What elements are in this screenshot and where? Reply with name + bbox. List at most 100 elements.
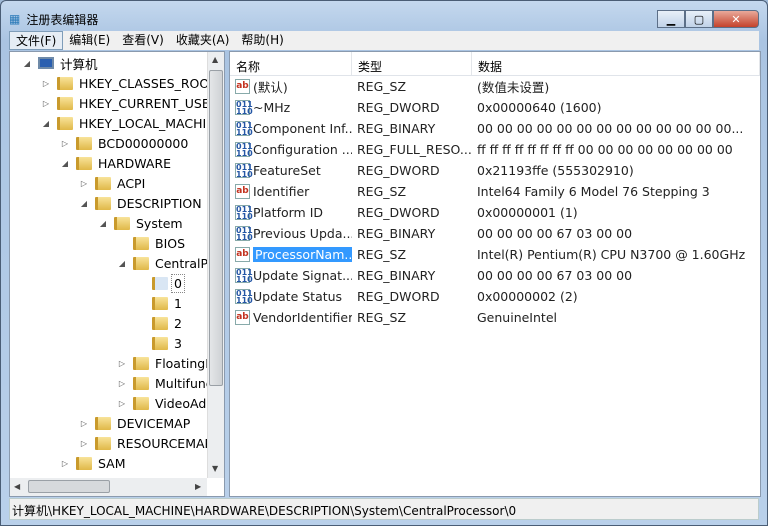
collapse-arrow-icon[interactable]: ◢ <box>60 159 70 168</box>
tree-item[interactable]: ◢ HKEY_LOCAL_MACHINE <box>41 113 224 133</box>
value-row[interactable]: ab (默认) REG_SZ (数值未设置) <box>230 76 760 97</box>
value-row[interactable]: 011 110 Update Status REG_DWORD 0x00000002 (… <box>230 286 760 307</box>
tree-item-label: HKEY_CURRENT_USER <box>79 95 219 111</box>
value-row[interactable]: ab Identifier REG_SZ Intel64 Family 6 Model… <box>230 181 760 202</box>
tree-item[interactable]: 2 <box>136 313 184 333</box>
tree-item[interactable]: BIOS <box>117 233 187 253</box>
value-data: 0x00000001 (1) <box>477 205 578 220</box>
value-name: Configuration ... <box>253 142 352 157</box>
collapse-arrow-icon[interactable]: ◢ <box>41 119 51 128</box>
folder-icon <box>114 216 130 230</box>
value-data: 00 00 00 00 67 03 00 00 <box>477 268 633 283</box>
tree-item[interactable]: 3 <box>136 333 184 353</box>
values-list: 名称 类型 数据 ab (默认) REG_SZ (数值未设置) 011 110 ~MHz RE… <box>229 51 761 497</box>
tree-item[interactable]: ◢ DESCRIPTION <box>79 193 204 213</box>
value-name: FeatureSet <box>253 163 321 178</box>
value-row[interactable]: 011 110 Component Inf... REG_BINARY 00 00 00… <box>230 118 760 139</box>
value-row[interactable]: 011 110 FeatureSet REG_DWORD 0x21193ffe (555… <box>230 160 760 181</box>
folder-icon <box>152 276 168 290</box>
scroll-thumb[interactable] <box>28 480 110 493</box>
expand-arrow-icon[interactable]: ▷ <box>79 419 89 428</box>
expand-arrow-icon[interactable]: ▷ <box>60 139 70 148</box>
close-button[interactable]: ✕ <box>713 10 759 28</box>
collapse-arrow-icon[interactable]: ◢ <box>79 199 89 208</box>
menu-item[interactable]: 文件(F) <box>9 31 64 50</box>
folder-icon <box>76 456 92 470</box>
folder-icon <box>57 76 73 90</box>
tree-item-label: DEVICEMAP <box>117 415 191 431</box>
expand-arrow-icon[interactable]: ▷ <box>117 399 127 408</box>
tree-item[interactable]: ▷ SAM <box>60 453 128 473</box>
value-row[interactable]: ab ProcessorNam... REG_SZ Intel(R) Pentium(… <box>230 244 760 265</box>
value-row[interactable]: ab VendorIdentifier REG_SZ GenuineIntel <box>230 307 760 328</box>
value-data: Intel(R) Pentium(R) CPU N3700 @ 1.60GHz <box>477 247 746 262</box>
menu-item[interactable]: 查看(V) <box>116 31 170 50</box>
tree-item[interactable]: 0 <box>136 273 185 293</box>
value-type: REG_FULL_RESO... <box>357 142 472 157</box>
column-header-name[interactable]: 名称 <box>230 52 352 75</box>
value-name: (默认) <box>253 80 288 95</box>
tree-item[interactable]: 1 <box>136 293 184 313</box>
tree-item[interactable]: ▷ HKEY_CLASSES_ROOT <box>41 73 219 93</box>
menu-item[interactable]: 收藏夹(A) <box>170 31 236 50</box>
column-header-type[interactable]: 类型 <box>352 52 472 75</box>
tree-item[interactable]: ◢ HARDWARE <box>60 153 173 173</box>
value-row[interactable]: 011 110 Previous Upda... REG_BINARY 00 00 00… <box>230 223 760 244</box>
tree-item[interactable]: ◢ System <box>98 213 185 233</box>
value-type: REG_DWORD <box>357 205 440 220</box>
tree-item-label: 计算机 <box>60 56 98 72</box>
tree-vertical-scrollbar[interactable]: ▲ ▼ <box>207 52 224 478</box>
minimize-button[interactable]: ▁ <box>657 10 685 28</box>
value-data: (数值未设置) <box>477 80 550 95</box>
tree-item-label: ACPI <box>117 175 146 191</box>
menu-item[interactable]: 编辑(E) <box>63 31 116 50</box>
title-bar: ▦ 注册表编辑器 <box>9 9 98 29</box>
value-data: GenuineIntel <box>477 310 557 325</box>
tree-item-label: 0 <box>171 273 185 293</box>
value-data: 0x00000640 (1600) <box>477 100 602 115</box>
tree-item[interactable]: ▷ BCD00000000 <box>60 133 190 153</box>
expand-arrow-icon[interactable]: ▷ <box>41 79 51 88</box>
tree-item[interactable]: ▷ DEVICEMAP <box>79 413 192 433</box>
collapse-arrow-icon[interactable]: ◢ <box>22 59 32 68</box>
regedit-window: ▦ 注册表编辑器 ▁ ▢ ✕ 文件(F) 编辑(E) 查看(V) 收藏夹(A) 帮助(H… <box>0 0 768 526</box>
value-type: REG_BINARY <box>357 268 436 283</box>
value-name: Previous Upda... <box>253 226 352 241</box>
value-type: REG_SZ <box>357 310 407 325</box>
expand-arrow-icon[interactable]: ▷ <box>79 439 89 448</box>
value-row[interactable]: 011 110 Platform ID REG_DWORD 0x00000001 (1) <box>230 202 760 223</box>
tree-item-label: 2 <box>174 315 182 331</box>
tree-horizontal-scrollbar[interactable]: ◀ ▶ <box>10 478 207 496</box>
binary-value-icon: 011 110 <box>235 100 253 115</box>
tree-item[interactable]: ◢ 计算机 <box>22 53 100 73</box>
folder-icon <box>152 316 168 330</box>
folder-icon <box>95 176 111 190</box>
collapse-arrow-icon[interactable]: ◢ <box>117 259 127 268</box>
collapse-arrow-icon[interactable]: ◢ <box>98 219 108 228</box>
tree-item[interactable]: ▷ ACPI <box>79 173 147 193</box>
scroll-thumb[interactable] <box>209 70 223 386</box>
expand-arrow-icon[interactable]: ▷ <box>41 99 51 108</box>
maximize-button[interactable]: ▢ <box>685 10 713 28</box>
expand-arrow-icon[interactable]: ▷ <box>117 359 127 368</box>
value-type: REG_DWORD <box>357 100 440 115</box>
tree-item-label: SAM <box>98 455 126 471</box>
expand-arrow-icon[interactable]: ▷ <box>117 379 127 388</box>
value-type: REG_BINARY <box>357 121 436 136</box>
value-type: REG_DWORD <box>357 163 440 178</box>
menu-item[interactable]: 帮助(H) <box>235 31 289 50</box>
folder-icon <box>133 396 149 410</box>
value-name: ProcessorNam... <box>253 247 352 262</box>
value-name: Platform ID <box>253 205 324 220</box>
value-row[interactable]: 011 110 ~MHz REG_DWORD 0x00000640 (1600) <box>230 97 760 118</box>
value-data: ff ff ff ff ff ff ff ff 00 00 00 00 00 0… <box>477 142 733 157</box>
expand-arrow-icon[interactable]: ▷ <box>60 459 70 468</box>
value-data: 00 00 00 00 00 00 00 00 00 00 00 00 00..… <box>477 121 744 136</box>
column-header-data[interactable]: 数据 <box>472 52 760 75</box>
folder-icon <box>133 356 149 370</box>
tree-item[interactable]: ▷ HKEY_CURRENT_USER <box>41 93 220 113</box>
value-row[interactable]: 011 110 Update Signat... REG_BINARY 00 00 00… <box>230 265 760 286</box>
expand-arrow-icon[interactable]: ▷ <box>79 179 89 188</box>
value-row[interactable]: 011 110 Configuration ... REG_FULL_RESO... f… <box>230 139 760 160</box>
tree-item[interactable]: ▷ RESOURCEMAP <box>79 433 214 453</box>
